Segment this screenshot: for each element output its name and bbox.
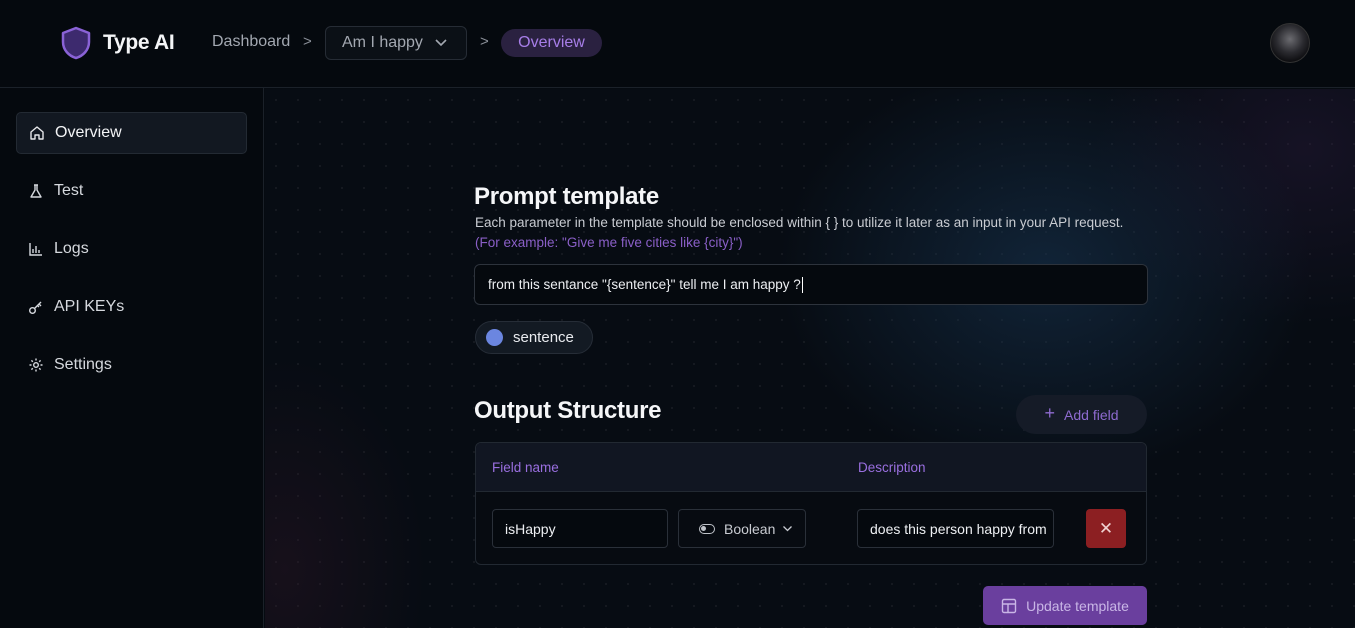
- sidebar-item-label: Test: [54, 182, 84, 199]
- sidebar-item-test[interactable]: Test: [16, 170, 247, 212]
- update-template-label: Update template: [1026, 597, 1129, 614]
- delete-field-button[interactable]: ✕: [1086, 509, 1126, 548]
- close-icon: ✕: [1098, 518, 1114, 538]
- sidebar-item-api-keys[interactable]: API KEYs: [16, 286, 247, 328]
- project-select[interactable]: Am I happy: [325, 26, 467, 60]
- output-structure-table: Field name Description isHappy Boolean d…: [475, 442, 1147, 565]
- prompt-template-value: from this sentance "{sentence}" tell me …: [488, 277, 801, 292]
- add-field-button[interactable]: + Add field: [1016, 395, 1147, 434]
- bar-chart-icon: [29, 243, 42, 256]
- output-structure-title: Output Structure: [474, 397, 662, 424]
- update-template-button[interactable]: Update template: [983, 586, 1147, 625]
- sidebar-item-overview[interactable]: Overview: [16, 112, 247, 154]
- gear-icon: [29, 358, 43, 372]
- prompt-description: Each parameter in the template should be…: [475, 213, 1125, 253]
- parameter-dot-icon: [486, 329, 503, 346]
- layout-icon: [1001, 598, 1017, 613]
- prompt-example-text: (For example: "Give me five cities like …: [475, 235, 743, 250]
- avatar[interactable]: [1270, 23, 1310, 63]
- breadcrumb-dashboard[interactable]: Dashboard: [212, 33, 290, 51]
- key-icon: [29, 301, 42, 314]
- sidebar-item-label: API KEYs: [54, 298, 125, 315]
- flask-icon: [30, 184, 42, 198]
- project-select-label: Am I happy: [342, 34, 423, 51]
- sidebar-item-label: Settings: [54, 356, 112, 373]
- chevron-down-icon: [435, 39, 447, 47]
- prompt-template-input[interactable]: from this sentance "{sentence}" tell me …: [474, 264, 1148, 305]
- field-name-input[interactable]: isHappy: [492, 509, 668, 548]
- logo[interactable]: Type AI: [60, 26, 175, 60]
- chevron-down-icon: [783, 526, 793, 532]
- breadcrumb-separator: >: [303, 33, 312, 50]
- plus-icon: +: [1044, 403, 1056, 423]
- text-cursor: [801, 276, 803, 293]
- sidebar-item-logs[interactable]: Logs: [16, 228, 247, 270]
- main-content: Prompt template Each parameter in the te…: [265, 89, 1355, 628]
- toggle-icon: [699, 523, 715, 534]
- table-header: Field name Description: [476, 443, 1146, 492]
- field-description-input[interactable]: does this person happy from: [857, 509, 1054, 548]
- field-type-label: Boolean: [724, 520, 776, 537]
- sidebar: Overview Test Logs API KEYs Settings: [0, 88, 264, 628]
- home-icon: [30, 126, 44, 140]
- column-header-field-name: Field name: [492, 460, 559, 475]
- sidebar-item-settings[interactable]: Settings: [16, 344, 247, 386]
- prompt-description-text: Each parameter in the template should be…: [475, 215, 1124, 230]
- parameter-chip-label: sentence: [513, 329, 574, 346]
- breadcrumb-current: Overview: [501, 29, 602, 57]
- field-type-select[interactable]: Boolean: [678, 509, 806, 548]
- breadcrumb-separator: >: [480, 33, 489, 50]
- top-bar: Type AI Dashboard > Am I happy > Overvie…: [0, 0, 1355, 88]
- column-header-description: Description: [858, 460, 926, 475]
- sidebar-item-label: Logs: [54, 240, 89, 257]
- shield-logo-icon: [61, 26, 91, 60]
- prompt-template-title: Prompt template: [474, 183, 659, 210]
- sidebar-item-label: Overview: [55, 124, 122, 141]
- add-field-label: Add field: [1064, 406, 1119, 423]
- app-name: Type AI: [103, 31, 175, 54]
- parameter-chip[interactable]: sentence: [475, 321, 593, 354]
